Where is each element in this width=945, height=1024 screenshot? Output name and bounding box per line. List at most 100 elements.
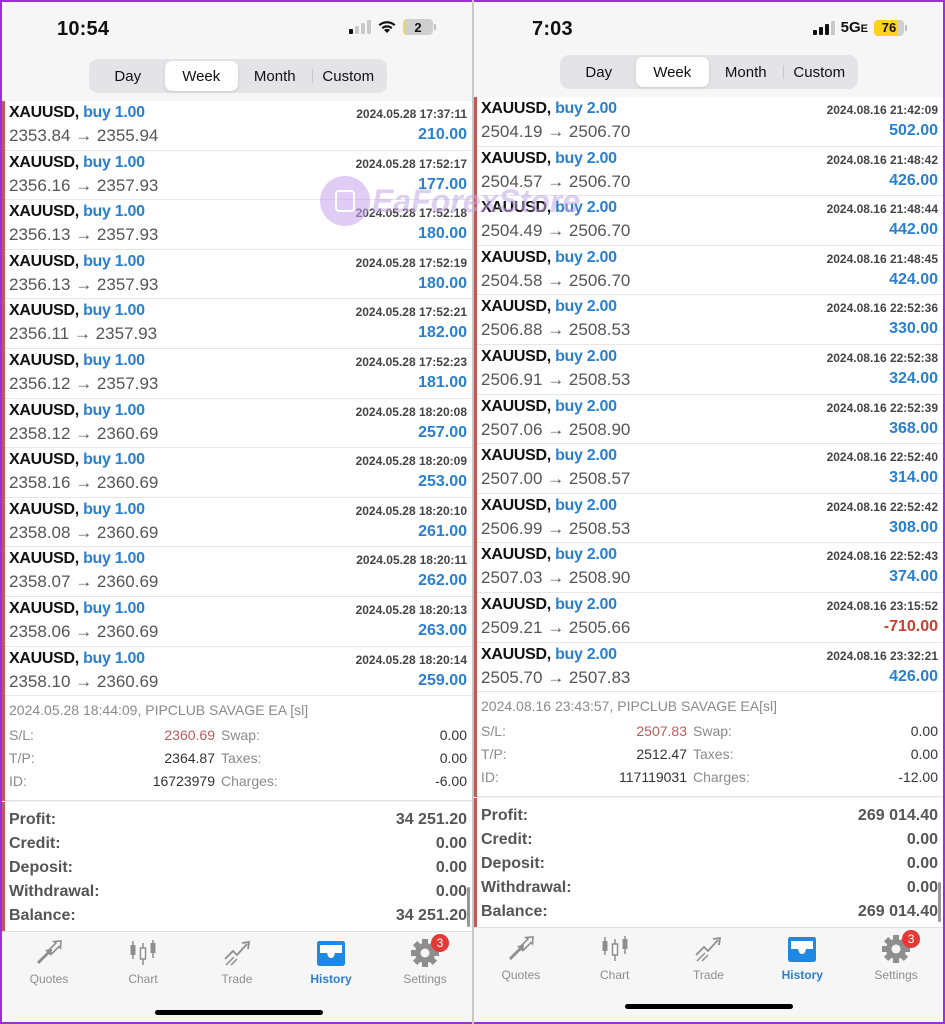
detail-label: T/P: bbox=[481, 745, 507, 762]
symbol-name: XAUUSD, bbox=[481, 248, 551, 266]
summary-label: Profit: bbox=[481, 807, 529, 824]
status-time: 7:03 bbox=[532, 18, 573, 40]
arrow-icon: → bbox=[547, 568, 565, 588]
deal-row[interactable]: XAUUSD, buy 2.00 2504.57 → 2506.70 2024.08… bbox=[477, 147, 943, 197]
deal-prices: 2356.11 → 2357.93 bbox=[9, 324, 157, 344]
deal-datetime: 2024.05.28 17:52:21 bbox=[355, 305, 467, 320]
deal-profit: 259.00 bbox=[418, 671, 467, 689]
close-price: 2508.53 bbox=[568, 369, 631, 389]
deal-type: buy 1.00 bbox=[83, 599, 145, 617]
deal-row[interactable]: XAUUSD, buy 2.00 2507.00 → 2508.57 2024.08… bbox=[477, 444, 943, 494]
home-indicator[interactable] bbox=[625, 1004, 793, 1009]
deal-row[interactable]: XAUUSD, buy 1.00 2358.10 → 2360.69 2024.05… bbox=[5, 647, 472, 697]
deal-symbol: XAUUSD, buy 1.00 bbox=[9, 501, 145, 519]
deal-row[interactable]: XAUUSD, buy 1.00 2356.13 → 2357.93 2024.05… bbox=[5, 250, 472, 300]
detail-label: Taxes: bbox=[221, 749, 262, 766]
scrollbar[interactable] bbox=[467, 887, 470, 927]
deal-row[interactable]: XAUUSD, buy 2.00 2505.70 → 2507.83 2024.08… bbox=[477, 643, 943, 693]
detail-value: 117119031 bbox=[619, 768, 687, 785]
deal-row[interactable]: XAUUSD, buy 2.00 2504.19 → 2506.70 2024.08… bbox=[477, 97, 943, 147]
tab-trade[interactable]: Trade bbox=[662, 928, 756, 992]
deal-profit: -710.00 bbox=[883, 617, 938, 635]
deal-row[interactable]: XAUUSD, buy 1.00 2356.12 → 2357.93 2024.05… bbox=[5, 349, 472, 399]
scrollbar[interactable] bbox=[938, 882, 941, 922]
deal-row[interactable]: XAUUSD, buy 2.00 2506.99 → 2508.53 2024.08… bbox=[477, 494, 943, 544]
deal-symbol: XAUUSD, buy 2.00 bbox=[481, 348, 617, 366]
deal-row[interactable]: XAUUSD, buy 1.00 2353.84 → 2355.94 2024.05… bbox=[5, 101, 472, 151]
arrow-icon: → bbox=[547, 518, 565, 538]
deal-symbol: XAUUSD, buy 2.00 bbox=[481, 199, 617, 217]
tab-bar: Quotes Chart Trade History Settings 3 bbox=[474, 927, 943, 992]
deal-row[interactable]: XAUUSD, buy 1.00 2356.11 → 2357.93 2024.05… bbox=[5, 299, 472, 349]
detail-value: 2360.69 bbox=[164, 726, 215, 743]
detail-value: 0.00 bbox=[910, 722, 938, 739]
deal-row[interactable]: XAUUSD, buy 2.00 2507.06 → 2508.90 2024.08… bbox=[477, 395, 943, 445]
deal-row[interactable]: XAUUSD, buy 1.00 2356.13 → 2357.93 2024.05… bbox=[5, 200, 472, 250]
close-price: 2508.90 bbox=[568, 568, 631, 588]
tab-settings[interactable]: Settings 3 bbox=[378, 932, 472, 996]
close-price: 2360.69 bbox=[96, 473, 159, 493]
period-selector: Day Week Month Custom bbox=[89, 59, 387, 93]
deal-symbol: XAUUSD, buy 2.00 bbox=[481, 398, 617, 416]
tab-history[interactable]: History bbox=[284, 932, 378, 996]
open-price: 2504.49 bbox=[481, 221, 543, 241]
summary-label: Credit: bbox=[481, 831, 533, 848]
close-price: 2357.93 bbox=[96, 274, 159, 294]
deal-row[interactable]: XAUUSD, buy 1.00 2358.06 → 2360.69 2024.05… bbox=[5, 597, 472, 647]
deal-datetime: 2024.08.16 21:48:45 bbox=[826, 251, 938, 266]
deal-prices: 2507.00 → 2508.57 bbox=[481, 469, 630, 489]
deal-profit: 263.00 bbox=[418, 621, 467, 639]
period-month[interactable]: Month bbox=[709, 57, 783, 87]
tab-trade[interactable]: Trade bbox=[190, 932, 284, 996]
deal-type: buy 1.00 bbox=[83, 550, 145, 568]
tab-history[interactable]: History bbox=[755, 928, 849, 992]
period-month[interactable]: Month bbox=[238, 61, 312, 91]
deal-type: buy 2.00 bbox=[555, 100, 617, 117]
symbol-name: XAUUSD, bbox=[9, 649, 79, 667]
deal-row[interactable]: XAUUSD, buy 1.00 2358.12 → 2360.69 2024.05… bbox=[5, 399, 472, 449]
period-week[interactable]: Week bbox=[635, 57, 709, 87]
symbol-name: XAUUSD, bbox=[481, 645, 551, 663]
deal-row[interactable]: XAUUSD, buy 2.00 2506.88 → 2508.53 2024.08… bbox=[477, 295, 943, 345]
detail-row: T/P: 2364.87 Taxes: 0.00 bbox=[9, 746, 467, 769]
deal-row[interactable]: XAUUSD, buy 1.00 2358.07 → 2360.69 2024.05… bbox=[5, 547, 472, 597]
symbol-name: XAUUSD, bbox=[481, 595, 551, 613]
deal-datetime: 2024.05.28 18:20:13 bbox=[355, 602, 467, 617]
deal-row[interactable]: XAUUSD, buy 2.00 2506.91 → 2508.53 2024.08… bbox=[477, 345, 943, 395]
tab-bar: Quotes Chart Trade History Settings 3 bbox=[2, 931, 472, 996]
deal-type: buy 1.00 bbox=[83, 351, 145, 369]
arrow-icon: → bbox=[547, 369, 565, 389]
tab-quotes[interactable]: Quotes bbox=[2, 932, 96, 996]
deal-row[interactable]: XAUUSD, buy 1.00 2356.16 → 2357.93 2024.05… bbox=[5, 151, 472, 201]
period-week[interactable]: Week bbox=[164, 61, 238, 91]
deal-row[interactable]: XAUUSD, buy 2.00 2504.58 → 2506.70 2024.08… bbox=[477, 246, 943, 296]
deal-row[interactable]: XAUUSD, buy 1.00 2358.08 → 2360.69 2024.05… bbox=[5, 498, 472, 548]
period-custom[interactable]: Custom bbox=[782, 57, 857, 87]
close-price: 2506.70 bbox=[568, 270, 631, 290]
deal-type: buy 1.00 bbox=[83, 302, 145, 320]
deal-row[interactable]: XAUUSD, buy 2.00 2509.21 → 2505.66 2024.08… bbox=[477, 593, 943, 643]
period-day[interactable]: Day bbox=[562, 57, 636, 87]
deal-datetime: 2024.08.16 22:52:42 bbox=[826, 499, 938, 514]
tab-settings[interactable]: Settings 3 bbox=[849, 928, 943, 992]
tab-chart[interactable]: Chart bbox=[568, 928, 662, 992]
deal-profit: 374.00 bbox=[889, 568, 938, 586]
deal-row[interactable]: XAUUSD, buy 1.00 2358.16 → 2360.69 2024.05… bbox=[5, 448, 472, 498]
deal-profit: 261.00 bbox=[418, 522, 467, 540]
tab-label: History bbox=[781, 968, 823, 982]
deal-row[interactable]: XAUUSD, buy 2.00 2504.49 → 2506.70 2024.08… bbox=[477, 196, 943, 246]
detail-label: ID: bbox=[9, 772, 27, 789]
period-day[interactable]: Day bbox=[91, 61, 165, 91]
deal-datetime: 2024.05.28 17:52:19 bbox=[355, 255, 467, 270]
deal-row[interactable]: XAUUSD, buy 2.00 2507.03 → 2508.90 2024.08… bbox=[477, 543, 943, 593]
period-custom[interactable]: Custom bbox=[311, 61, 386, 91]
open-price: 2507.03 bbox=[481, 568, 543, 588]
tab-label: Quotes bbox=[501, 968, 541, 982]
tab-chart[interactable]: Chart bbox=[96, 932, 190, 996]
tab-quotes[interactable]: Quotes bbox=[474, 928, 568, 992]
home-indicator[interactable] bbox=[155, 1010, 323, 1015]
symbol-name: XAUUSD, bbox=[481, 546, 551, 564]
arrow-icon: → bbox=[547, 617, 565, 637]
arrow-icon: → bbox=[547, 469, 565, 489]
deal-profit: 330.00 bbox=[889, 320, 938, 338]
